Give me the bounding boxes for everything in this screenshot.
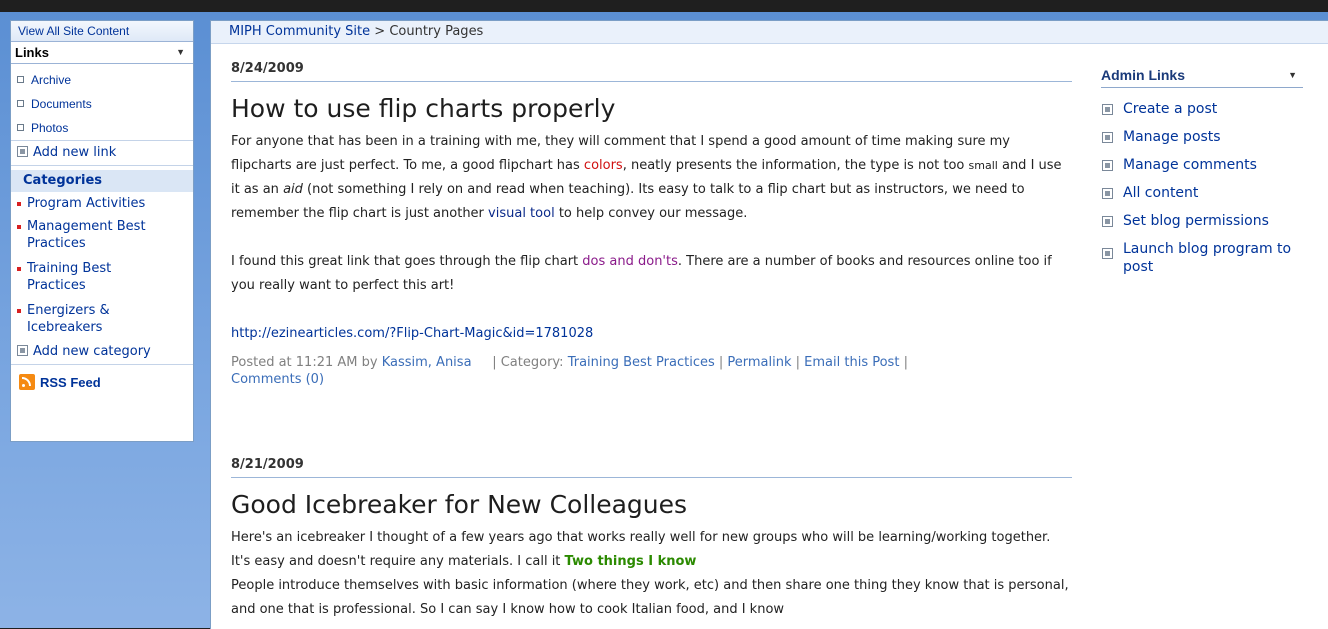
blog-post: 8/24/2009 How to use flip charts properl… [231, 57, 1072, 388]
breadcrumb-site-link[interactable]: MIPH Community Site [229, 24, 370, 39]
add-new-category-label: Add new category [33, 344, 151, 359]
rss-feed-label: RSS Feed [40, 375, 101, 390]
links-item-label: Documents [31, 97, 92, 111]
admin-item-label: Manage posts [1123, 129, 1221, 145]
ezinearticles-link[interactable]: http://ezinearticles.com/?Flip-Chart-Mag… [231, 326, 593, 341]
bullet-icon [17, 124, 24, 131]
post-paragraph: For anyone that has been in a training w… [231, 130, 1072, 226]
bullet-icon [1102, 188, 1113, 199]
add-new-link-label: Add new link [33, 145, 117, 160]
text: People introduce themselves with basic i… [231, 578, 1069, 617]
links-item-archive[interactable]: Archive [11, 68, 193, 92]
category-label-cont: Icebreakers [27, 320, 103, 335]
add-new-link-button[interactable]: Add new link [11, 140, 193, 166]
add-icon [17, 345, 28, 356]
bullet-icon [1102, 248, 1113, 259]
links-header[interactable]: Links ▼ [11, 42, 193, 64]
manage-posts-link[interactable]: Manage posts [1101, 128, 1303, 146]
category-management-best-practices[interactable]: Management Best Practices [11, 218, 193, 252]
breadcrumb-separator: > [370, 24, 390, 39]
separator: | [899, 355, 908, 370]
small-text: small [968, 159, 998, 172]
create-post-link[interactable]: Create a post [1101, 100, 1303, 118]
admin-links-header[interactable]: Admin Links ▼ [1101, 63, 1303, 88]
categories-header: Categories [11, 170, 193, 192]
visual-tool-text: visual tool [488, 206, 555, 221]
dos-and-donts-link[interactable]: dos and don'ts [582, 254, 678, 269]
admin-links-panel: Admin Links ▼ Create a post Manage posts… [1101, 63, 1303, 276]
category-label: Energizers & [27, 303, 110, 318]
admin-item-label: Create a post [1123, 101, 1218, 117]
aid-text: aid [283, 182, 303, 197]
post-paragraph: http://ezinearticles.com/?Flip-Chart-Mag… [231, 322, 1072, 346]
email-post-link[interactable]: Email this Post [804, 355, 899, 370]
all-content-link[interactable]: All content [1101, 184, 1303, 202]
bullet-icon [1102, 132, 1113, 143]
text: to help convey our message. [554, 206, 748, 221]
breadcrumb: MIPH Community Site > Country Pages [211, 21, 1328, 44]
post-date: 8/21/2009 [231, 453, 1072, 478]
post-body: Here's an icebreaker I thought of a few … [231, 526, 1072, 622]
post-date: 8/24/2009 [231, 57, 1072, 82]
author-link[interactable]: Kassim, Anisa [382, 355, 472, 370]
admin-item-label: All content [1123, 185, 1199, 201]
category-label: Training Best [27, 261, 112, 276]
left-navigation: View All Site Content Links ▼ Archive Do… [10, 20, 194, 442]
post-body: For anyone that has been in a training w… [231, 130, 1072, 346]
rss-feed-link[interactable]: RSS Feed [11, 365, 193, 401]
category-label: | Category: [492, 355, 568, 370]
bullet-icon [1102, 104, 1113, 115]
bullet-icon [1102, 216, 1113, 227]
posted-at-text: Posted at 11:21 AM by [231, 355, 382, 370]
main-content: MIPH Community Site > Country Pages 8/24… [210, 20, 1328, 629]
blog-post: 8/21/2009 Good Icebreaker for New Collea… [231, 453, 1072, 622]
admin-item-label: Manage comments [1123, 157, 1257, 173]
post-title[interactable]: Good Icebreaker for New Colleagues [231, 488, 1072, 521]
category-label: Program Activities [27, 196, 146, 211]
comments-link[interactable]: Comments (0) [231, 372, 324, 387]
chevron-down-icon[interactable]: ▼ [1288, 63, 1297, 87]
admin-item-label: Launch blog program to post [1123, 241, 1292, 275]
bullet-icon [17, 100, 24, 107]
separator: | [714, 355, 728, 370]
post-paragraph: I found this great link that goes throug… [231, 250, 1072, 298]
category-label-cont: Practices [27, 278, 86, 293]
category-label-cont: Practices [27, 236, 86, 251]
post-meta: Posted at 11:21 AM by Kassim, Anisa | Ca… [231, 354, 1072, 388]
text: I found this great link that goes throug… [231, 254, 583, 269]
chevron-down-icon[interactable]: ▼ [176, 42, 185, 63]
category-program-activities[interactable]: Program Activities [11, 195, 193, 212]
view-all-site-content-link[interactable]: View All Site Content [11, 21, 193, 42]
links-item-label: Photos [31, 121, 69, 135]
add-icon [17, 146, 28, 157]
rss-icon [19, 374, 35, 390]
manage-comments-link[interactable]: Manage comments [1101, 156, 1303, 174]
bullet-icon [17, 76, 24, 83]
links-item-label: Archive [31, 73, 72, 87]
links-item-documents[interactable]: Documents [11, 92, 193, 116]
admin-links-label: Admin Links [1101, 67, 1186, 83]
category-training-best-practices[interactable]: Training Best Practices [11, 260, 193, 294]
post-paragraph: Here's an icebreaker I thought of a few … [231, 526, 1072, 622]
category-link[interactable]: Training Best Practices [568, 355, 715, 370]
category-label: Management Best [27, 219, 146, 234]
set-blog-permissions-link[interactable]: Set blog permissions [1101, 212, 1303, 230]
two-things-i-know-text: Two things I know [564, 554, 697, 569]
launch-blog-program-link[interactable]: Launch blog program to post [1101, 240, 1303, 276]
admin-item-label: Set blog permissions [1123, 213, 1269, 229]
add-new-category-button[interactable]: Add new category [11, 340, 193, 365]
bullet-icon [1102, 160, 1113, 171]
links-header-label: Links [15, 45, 49, 60]
separator: | [791, 355, 805, 370]
colors-text: colors [583, 158, 623, 173]
category-energizers-icebreakers[interactable]: Energizers & Icebreakers [11, 302, 193, 336]
permalink-link[interactable]: Permalink [727, 355, 791, 370]
links-item-photos[interactable]: Photos [11, 116, 193, 140]
post-title[interactable]: How to use flip charts properly [231, 92, 1072, 125]
text: , neatly presents the information, the t… [622, 158, 969, 173]
breadcrumb-current: Country Pages [389, 24, 484, 39]
